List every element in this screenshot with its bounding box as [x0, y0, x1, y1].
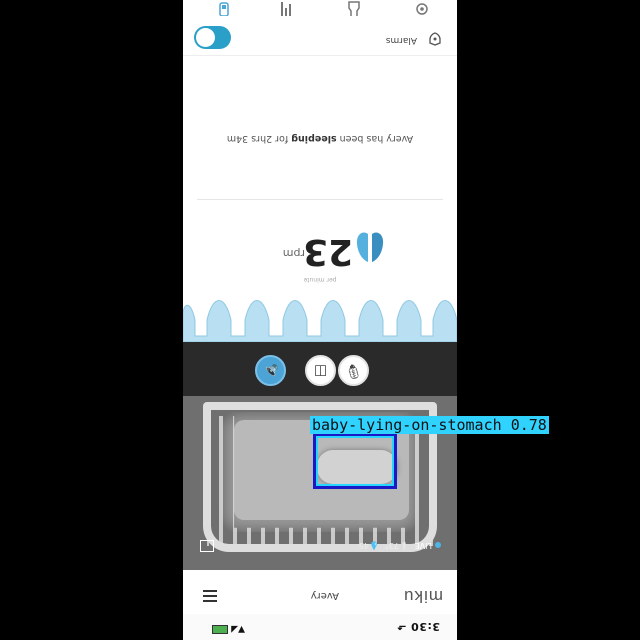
- chart-icon[interactable]: [279, 0, 293, 16]
- toggle-knob: [196, 28, 215, 47]
- rotated-app: 3:30 ⬏ ▼◢ miku Avery LIVE 🌡73° 💧45 🎙 ◫ 🔈: [183, 0, 457, 640]
- alarms-toggle[interactable]: [194, 26, 231, 49]
- live-badge: LIVE: [415, 541, 441, 550]
- alarms-label: Alarms: [385, 35, 417, 45]
- signal-icon: ▼◢: [231, 624, 245, 634]
- status-bar: 3:30 ⬏ ▼◢: [183, 614, 457, 640]
- breathing-rate: 23 rpm: [183, 218, 457, 278]
- speaker-icon: 🔈: [261, 363, 280, 379]
- live-dot-icon: [435, 542, 441, 549]
- baby-name[interactable]: Avery: [311, 590, 339, 601]
- speaker-button[interactable]: 🔈: [255, 355, 286, 386]
- battery-icon: [212, 625, 229, 634]
- detection-box-inner: [316, 436, 394, 486]
- camera-icon: ◫: [313, 363, 328, 379]
- breathing-panel: per minute 23 rpm Avery has been sleepin…: [183, 0, 457, 342]
- bottom-nav: [183, 0, 457, 16]
- menu-button[interactable]: [199, 583, 221, 605]
- camera-controls: 🎙 ◫ 🔈: [183, 342, 457, 396]
- fullscreen-icon[interactable]: [200, 540, 214, 552]
- status-icons: ▼◢: [212, 624, 245, 634]
- monitor-icon[interactable]: [217, 0, 231, 16]
- app-header: miku Avery: [183, 569, 457, 614]
- humidity-readout: 💧45: [358, 541, 379, 550]
- lungs-icon: [356, 232, 384, 262]
- brand-logo: miku: [403, 587, 443, 606]
- mute-mic-button[interactable]: 🎙: [338, 355, 369, 386]
- snapshot-button[interactable]: ◫: [305, 355, 336, 386]
- gear-icon[interactable]: [415, 0, 429, 16]
- detection-label: baby-lying-on-stomach 0.78: [310, 416, 549, 434]
- alarms-row: Alarms: [183, 15, 457, 56]
- status-time: 3:30 ⬏: [396, 620, 440, 633]
- menu-icon: [203, 600, 217, 602]
- rate-unit: rpm: [282, 247, 305, 260]
- phone-screen: 3:30 ⬏ ▼◢ miku Avery LIVE 🌡73° 💧45 🎙 ◫ 🔈: [183, 0, 457, 640]
- shield-icon: [429, 32, 441, 46]
- rate-value: 23: [302, 231, 353, 272]
- mic-off-icon: 🎙: [344, 363, 363, 379]
- breathing-waveform: [183, 300, 457, 342]
- bottle-icon[interactable]: [347, 0, 361, 16]
- temperature-readout: 🌡73°: [384, 541, 409, 550]
- divider: [197, 199, 443, 200]
- sleep-status: Avery has been sleeping for 2hrs 34m: [226, 133, 414, 144]
